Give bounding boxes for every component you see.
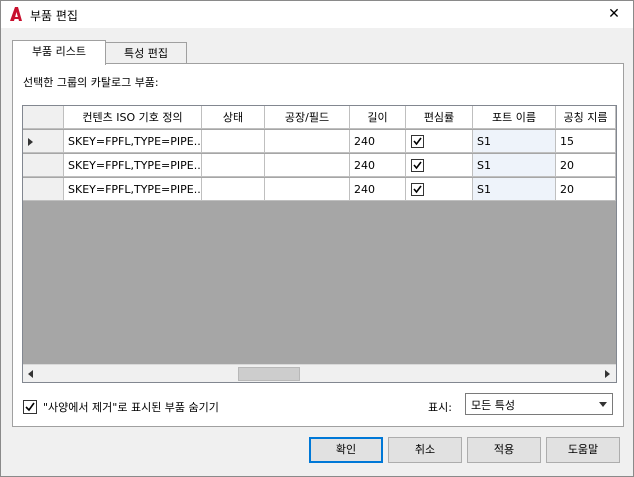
cell-length[interactable]: 240: [350, 178, 406, 201]
column-header-status[interactable]: 상태: [202, 106, 265, 129]
tab-property-edit-label: 특성 편집: [124, 47, 168, 60]
checkmark-icon: [413, 161, 422, 170]
chevron-down-icon: [599, 402, 607, 407]
column-header-diameter[interactable]: 공칭 지름: [556, 106, 616, 129]
horizontal-scrollbar[interactable]: [23, 364, 616, 382]
cell-eccentric[interactable]: [406, 130, 473, 153]
autocad-logo-icon: [10, 7, 22, 21]
cell-status[interactable]: [202, 154, 265, 177]
parts-grid[interactable]: 컨텐츠 ISO 기호 정의 상태 공장/필드 길이 편심률 포트 이름 공칭 지…: [22, 105, 617, 383]
scroll-right-button[interactable]: [599, 366, 616, 382]
tab-part-list-label: 부품 리스트: [31, 45, 87, 58]
apply-button[interactable]: 적용: [467, 437, 541, 463]
row-header[interactable]: [23, 154, 64, 177]
scrollbar-thumb[interactable]: [238, 367, 300, 381]
close-icon: ✕: [608, 6, 620, 22]
cell-field[interactable]: [265, 178, 350, 201]
tab-part-list[interactable]: 부품 리스트: [12, 40, 106, 65]
cell-iso[interactable]: SKEY=FPFL,TYPE=PIPE...: [64, 130, 202, 153]
help-button[interactable]: 도움말: [546, 437, 620, 463]
row-header[interactable]: [23, 130, 64, 153]
cell-eccentric[interactable]: [406, 154, 473, 177]
column-header-eccentric[interactable]: 편심률: [406, 106, 473, 129]
column-header-length[interactable]: 길이: [350, 106, 406, 129]
close-button[interactable]: ✕: [601, 3, 627, 25]
checkmark-icon: [413, 185, 422, 194]
checkmark-icon: [413, 137, 422, 146]
cell-status[interactable]: [202, 130, 265, 153]
part-edit-dialog: 부품 편집 ✕ 부품 리스트 특성 편집 선택한 그룹의 카탈로그 부품: 컨텐…: [0, 0, 634, 477]
display-select-value: 모든 특성: [471, 399, 515, 412]
current-row-arrow-icon: [28, 138, 33, 146]
cell-length[interactable]: 240: [350, 130, 406, 153]
eccentric-checkbox[interactable]: [411, 135, 424, 148]
cell-iso[interactable]: SKEY=FPFL,TYPE=PIPE...: [64, 178, 202, 201]
cell-field[interactable]: [265, 130, 350, 153]
dropdown-button[interactable]: [595, 394, 612, 414]
tab-panel-part-list: 선택한 그룹의 카탈로그 부품: 컨텐츠 ISO 기호 정의 상태 공장/필드 …: [12, 63, 624, 427]
display-label: 표시:: [428, 401, 452, 414]
dialog-title: 부품 편집: [30, 9, 78, 23]
cancel-button[interactable]: 취소: [388, 437, 462, 463]
cell-length[interactable]: 240: [350, 154, 406, 177]
column-header-field[interactable]: 공장/필드: [265, 106, 350, 129]
cell-iso[interactable]: SKEY=FPFL,TYPE=PIPE...: [64, 154, 202, 177]
display-select[interactable]: 모든 특성: [465, 393, 613, 415]
row-header-corner: [23, 106, 64, 129]
cell-port[interactable]: S1: [473, 154, 556, 177]
hide-removed-checkbox[interactable]: [23, 400, 37, 414]
checkmark-icon: [25, 402, 35, 412]
cell-eccentric[interactable]: [406, 178, 473, 201]
section-label: 선택한 그룹의 카탈로그 부품:: [23, 76, 159, 89]
cell-diameter[interactable]: 20: [556, 178, 616, 201]
tab-property-edit[interactable]: 특성 편집: [105, 42, 187, 65]
cell-diameter[interactable]: 15: [556, 130, 616, 153]
title-bar: 부품 편집 ✕: [1, 1, 633, 28]
scroll-left-button[interactable]: [23, 366, 40, 382]
eccentric-checkbox[interactable]: [411, 159, 424, 172]
cell-port[interactable]: S1: [473, 130, 556, 153]
arrow-left-icon: [28, 370, 33, 378]
hide-removed-label[interactable]: "사양에서 제거"로 표시된 부품 숨기기: [43, 399, 219, 415]
eccentric-checkbox[interactable]: [411, 183, 424, 196]
column-header-iso[interactable]: 컨텐츠 ISO 기호 정의: [64, 106, 202, 129]
arrow-right-icon: [605, 370, 610, 378]
ok-button[interactable]: 확인: [309, 437, 383, 463]
column-header-port[interactable]: 포트 이름: [473, 106, 556, 129]
row-header[interactable]: [23, 178, 64, 201]
cell-port[interactable]: S1: [473, 178, 556, 201]
cell-status[interactable]: [202, 178, 265, 201]
cell-field[interactable]: [265, 154, 350, 177]
cell-diameter[interactable]: 20: [556, 154, 616, 177]
